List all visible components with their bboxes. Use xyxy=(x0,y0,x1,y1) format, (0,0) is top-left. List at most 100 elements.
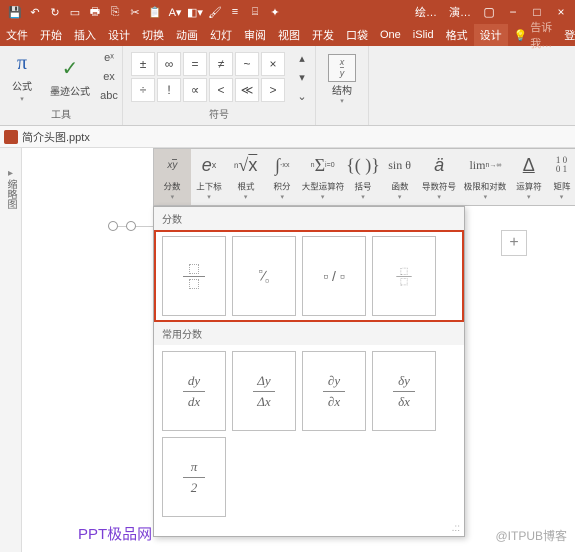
large-operator-button[interactable]: nΣi=0 大型运算符 ▾ xyxy=(301,149,345,205)
effects-icon[interactable]: ✦ xyxy=(266,3,284,21)
ribbon-tabs: 文件 开始 插入 设计 切换 动画 幻灯 审阅 视图 开发 口袋 One iSl… xyxy=(0,24,575,46)
paste-icon[interactable]: 📋 xyxy=(146,3,164,21)
script-button[interactable]: ex 上下标 ▾ xyxy=(191,149,228,205)
bracket-button[interactable]: {( )} 括号 ▾ xyxy=(345,149,382,205)
symbol-times[interactable]: × xyxy=(261,52,285,76)
title-bar: 💾 ↶ ↻ ▭ 🖶 ⎘ ✂ 📋 A▾ ◧▾ 🖌 ≡ ⌸ ✦ 绘… 演… ▢ − … xyxy=(0,0,575,24)
fraction-delta-y-x[interactable]: δyδx xyxy=(372,351,436,431)
tab-home[interactable]: 开始 xyxy=(34,24,68,46)
fraction-dy-dx[interactable]: dydx xyxy=(162,351,226,431)
matrix-button[interactable]: 1 00 1 矩阵 ▾ xyxy=(547,149,575,205)
print-icon[interactable]: 🖶 xyxy=(86,3,104,21)
normal-text-icon[interactable]: abc xyxy=(100,87,118,105)
tab-view[interactable]: 视图 xyxy=(272,24,306,46)
quick-access-toolbar: 💾 ↶ ↻ ▭ 🖶 ⎘ ✂ 📋 A▾ ◧▾ 🖌 ≡ ⌸ ✦ xyxy=(0,3,411,21)
tab-equation-design[interactable]: 设计 xyxy=(474,24,508,46)
symbol-muchless[interactable]: ≪ xyxy=(235,78,259,102)
placeholder-handle[interactable] xyxy=(108,221,118,231)
copy-icon[interactable]: ⎘ xyxy=(106,3,124,21)
scroll-up-icon[interactable]: ▴ xyxy=(293,49,311,67)
tab-transitions[interactable]: 切换 xyxy=(136,24,170,46)
new-slide-icon[interactable]: ▭ xyxy=(66,3,84,21)
tab-developer[interactable]: 开发 xyxy=(306,24,340,46)
symbol-tilde[interactable]: ~ xyxy=(235,52,259,76)
tab-pocket[interactable]: 口袋 xyxy=(340,24,374,46)
symbol-divide[interactable]: ÷ xyxy=(131,78,155,102)
slide-canvas[interactable]: + xy 分数 ▾ ex 上下标 ▾ n√x 根式 ▾ ∫-xx 积分 ▾ xyxy=(22,148,575,552)
tab-file[interactable]: 文件 xyxy=(0,24,34,46)
chevron-down-icon: ▾ xyxy=(340,97,344,105)
fraction-deltay-deltax[interactable]: ΔyΔx xyxy=(232,351,296,431)
function-icon: sin θ xyxy=(388,152,411,178)
symbol-factorial[interactable]: ! xyxy=(157,78,181,102)
professional-icon[interactable]: eˣ xyxy=(100,49,118,67)
chevron-down-icon: ▾ xyxy=(361,193,365,201)
function-button[interactable]: sin θ 函数 ▾ xyxy=(381,149,418,205)
ink-equation-button[interactable]: ✓ 墨迹公式 xyxy=(44,55,96,100)
font-color-icon[interactable]: A▾ xyxy=(166,3,184,21)
group-tools: π 公式 ▾ ✓ 墨迹公式 eˣ ex abc 工具 xyxy=(0,46,123,125)
tab-insert[interactable]: 插入 xyxy=(68,24,102,46)
add-placeholder-button[interactable]: + xyxy=(501,230,527,256)
redo-icon[interactable]: ↻ xyxy=(46,3,64,21)
fraction-linear[interactable]: ▫ / ▫ xyxy=(302,236,366,316)
shape-fill-icon[interactable]: ◧▾ xyxy=(186,3,204,21)
group-icon[interactable]: ⌸ xyxy=(246,3,264,21)
symbol-propto[interactable]: ∝ xyxy=(183,78,207,102)
login-button[interactable]: 登录 xyxy=(558,27,575,43)
cut-icon[interactable]: ✂ xyxy=(126,3,144,21)
matrix-icon: 1 00 1 xyxy=(556,152,567,178)
fraction-stacked[interactable] xyxy=(162,236,226,316)
align-icon[interactable]: ≡ xyxy=(226,3,244,21)
fraction-pi-2[interactable]: π2 xyxy=(162,437,226,517)
tell-me[interactable]: 💡告诉我… xyxy=(508,19,559,51)
tab-format[interactable]: 格式 xyxy=(440,24,474,46)
chevron-down-icon: ▾ xyxy=(437,193,441,201)
undo-icon[interactable]: ↶ xyxy=(26,3,44,21)
section-fraction-label: 分数 xyxy=(154,207,464,230)
fraction-skewed[interactable]: ▫∕▫ xyxy=(232,236,296,316)
fraction-button[interactable]: xy 分数 ▾ xyxy=(154,149,191,205)
limit-icon: limn→∞ xyxy=(469,152,501,178)
integral-icon: ∫-xx xyxy=(275,152,289,178)
main-area: ▸ 缩略图 + xy 分数 ▾ ex 上下标 ▾ n√x 根式 ▾ xyxy=(0,148,575,552)
integral-button[interactable]: ∫-xx 积分 ▾ xyxy=(264,149,301,205)
tab-review[interactable]: 审阅 xyxy=(238,24,272,46)
accent-button[interactable]: ä 导数符号 ▾ xyxy=(418,149,460,205)
expand-icon[interactable]: ⌄ xyxy=(293,87,311,105)
chevron-down-icon: ▾ xyxy=(560,193,564,201)
equation-button[interactable]: π 公式 ▾ xyxy=(4,50,40,105)
placeholder-handle[interactable] xyxy=(126,221,136,231)
thumbnail-pane[interactable]: ▸ 缩略图 xyxy=(0,148,22,552)
symbol-plusminus[interactable]: ± xyxy=(131,52,155,76)
symbol-greater[interactable]: > xyxy=(261,78,285,102)
tab-onekey[interactable]: One xyxy=(374,24,407,46)
tab-slideshow[interactable]: 幻灯 xyxy=(204,24,238,46)
chevron-down-icon: ▾ xyxy=(484,193,488,201)
radical-icon: n√x xyxy=(234,152,257,178)
chevron-right-icon[interactable]: ▸ xyxy=(8,168,13,179)
symbol-scroll: ▴ ▾ ⌄ xyxy=(293,49,311,105)
save-icon[interactable]: 💾 xyxy=(6,3,24,21)
tab-design[interactable]: 设计 xyxy=(102,24,136,46)
scroll-down-icon[interactable]: ▾ xyxy=(293,68,311,86)
symbol-equals[interactable]: = xyxy=(183,52,207,76)
format-painter-icon[interactable]: 🖌 xyxy=(206,3,224,21)
limit-button[interactable]: limn→∞ 极限和对数 ▾ xyxy=(460,149,510,205)
ink-icon: ✓ xyxy=(58,57,82,81)
chevron-down-icon: ▾ xyxy=(321,193,325,201)
symbol-infinity[interactable]: ∞ xyxy=(157,52,181,76)
symbol-notequal[interactable]: ≠ xyxy=(209,52,233,76)
resize-grip-icon[interactable]: .:: xyxy=(154,523,464,536)
structures-button[interactable]: xy 结构 ▾ xyxy=(320,52,364,107)
tab-islide[interactable]: iSlid xyxy=(407,24,440,46)
symbol-less[interactable]: < xyxy=(209,78,233,102)
fraction-small[interactable] xyxy=(372,236,436,316)
radical-button[interactable]: n√x 根式 ▾ xyxy=(227,149,264,205)
fraction-partial-y-x[interactable]: ∂y∂x xyxy=(302,351,366,431)
script-icon: ex xyxy=(202,152,217,178)
ribbon-display-icon[interactable]: ▢ xyxy=(479,2,499,22)
linear-icon[interactable]: ex xyxy=(100,68,118,86)
tab-animations[interactable]: 动画 xyxy=(170,24,204,46)
operator-button[interactable]: Δ 运算符 ▾ xyxy=(510,149,547,205)
